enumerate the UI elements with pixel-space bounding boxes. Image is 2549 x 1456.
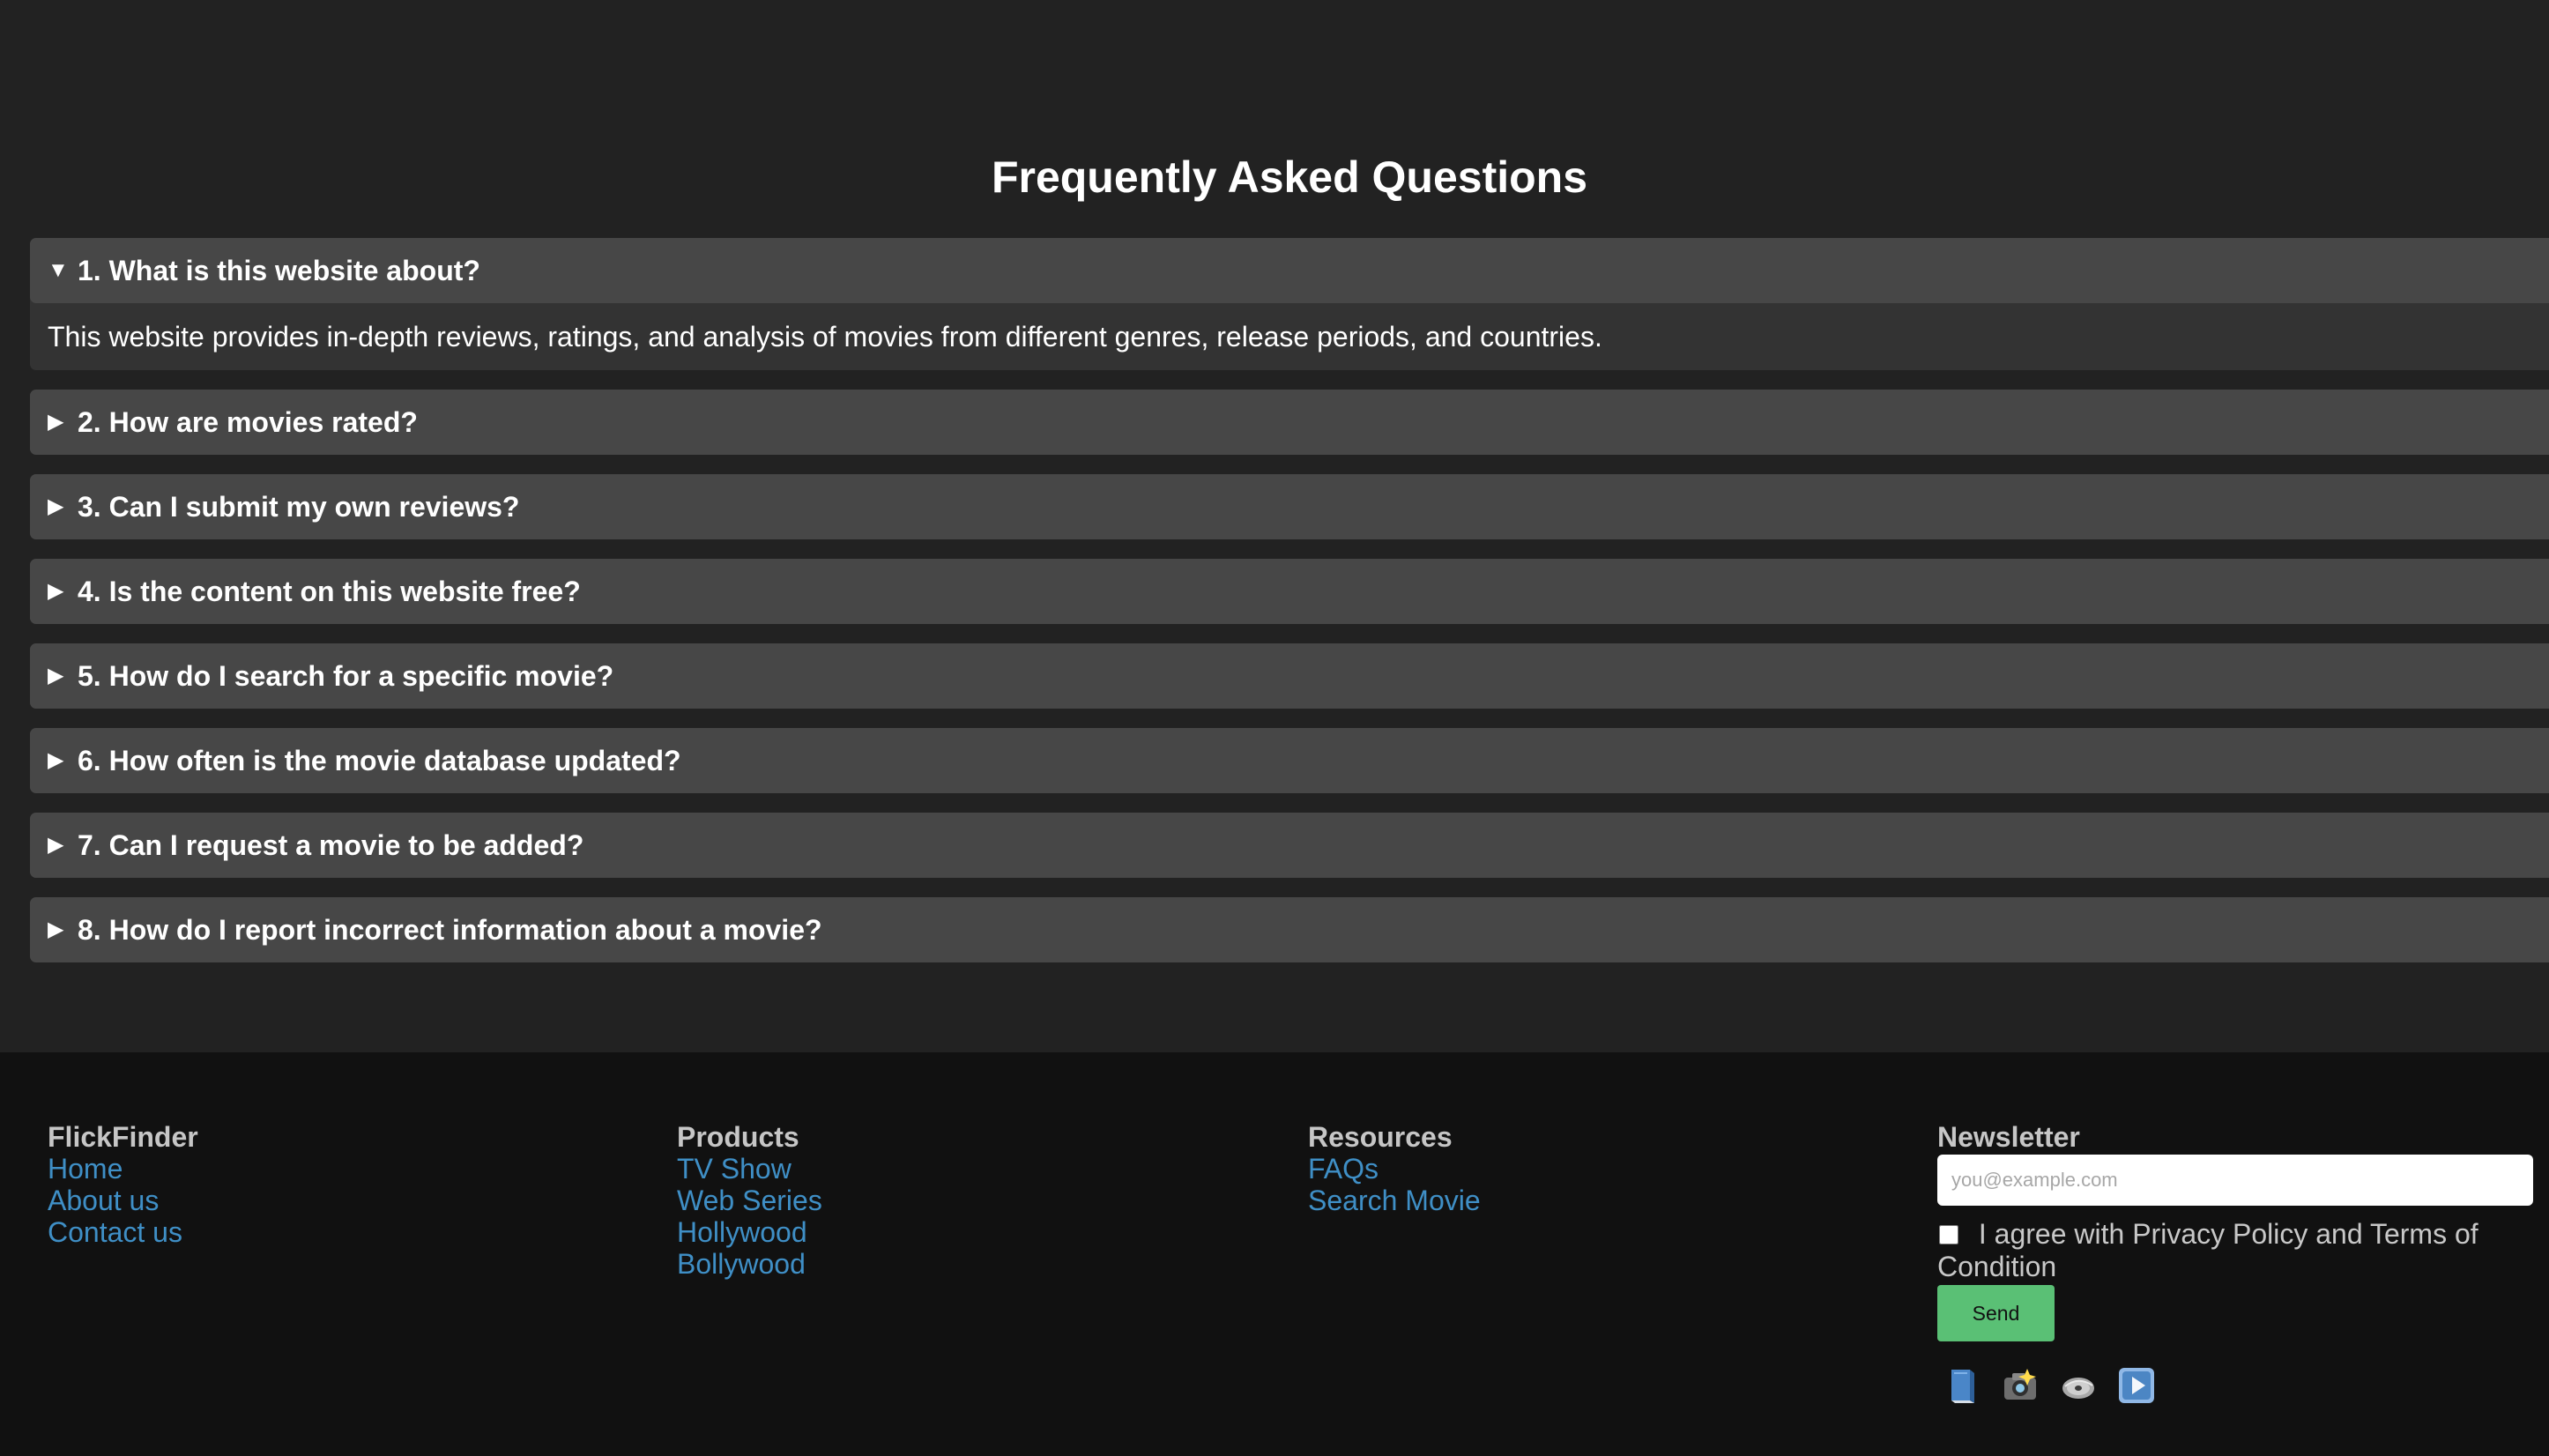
disc-icon xyxy=(2062,1378,2094,1399)
chevron-down-icon: ▼ xyxy=(48,258,69,282)
faq-question-text: 3. Can I submit my own reviews? xyxy=(78,490,520,523)
faq-question-5[interactable]: ▶ 5. How do I search for a specific movi… xyxy=(30,643,2549,709)
newsletter-email-input[interactable] xyxy=(1937,1155,2533,1206)
faq-question-text: 1. What is this website about? xyxy=(78,254,480,286)
chevron-right-icon: ▶ xyxy=(48,917,64,941)
faq-question-text: 5. How do I search for a specific movie? xyxy=(78,659,614,692)
faq-item-8: ▶ 8. How do I report incorrect informati… xyxy=(30,897,2549,962)
footer-resources-column: Resources FAQs Search Movie xyxy=(1308,1121,1481,1216)
footer-link-web-series[interactable]: Web Series xyxy=(677,1185,822,1216)
faq-question-1[interactable]: ▼ 1. What is this website about? xyxy=(30,238,2549,303)
footer-link-about-us[interactable]: About us xyxy=(48,1185,198,1216)
faq-item-4: ▶ 4. Is the content on this website free… xyxy=(30,559,2549,624)
chevron-right-icon: ▶ xyxy=(48,664,64,687)
footer-resources-heading: Resources xyxy=(1308,1121,1453,1153)
footer-link-search-movie[interactable]: Search Movie xyxy=(1308,1185,1481,1216)
social-link-disc[interactable] xyxy=(2059,1366,2098,1405)
social-link-book[interactable] xyxy=(1943,1366,1981,1405)
footer-link-hollywood[interactable]: Hollywood xyxy=(677,1216,822,1248)
privacy-agreement-checkbox[interactable] xyxy=(1939,1224,1958,1244)
footer-products-column: Products TV Show Web Series Hollywood Bo… xyxy=(677,1121,822,1280)
footer-link-contact-us[interactable]: Contact us xyxy=(48,1216,198,1248)
privacy-agreement-text: I agree with Privacy Policy and Terms of… xyxy=(1937,1218,2478,1282)
footer-brand-heading: FlickFinder xyxy=(48,1121,198,1153)
social-icons xyxy=(1943,1366,2156,1405)
faq-item-3: ▶ 3. Can I submit my own reviews? xyxy=(30,474,2549,539)
faq-question-text: 8. How do I report incorrect information… xyxy=(78,913,822,946)
faq-item-5: ▶ 5. How do I search for a specific movi… xyxy=(30,643,2549,709)
footer-products-heading: Products xyxy=(677,1121,799,1153)
social-link-play[interactable] xyxy=(2117,1366,2156,1405)
chevron-right-icon: ▶ xyxy=(48,833,64,857)
faq-question-2[interactable]: ▶ 2. How are movies rated? xyxy=(30,390,2549,455)
faq-answer-1: This website provides in-depth reviews, … xyxy=(48,321,1602,353)
newsletter-heading: Newsletter xyxy=(1937,1121,2080,1153)
page-title: Frequently Asked Questions xyxy=(991,152,1588,202)
faq-item-6: ▶ 6. How often is the movie database upd… xyxy=(30,728,2549,793)
camera-icon xyxy=(2004,1369,2036,1400)
faq-item-2: ▶ 2. How are movies rated? xyxy=(30,390,2549,455)
chevron-right-icon: ▶ xyxy=(48,410,64,434)
play-icon xyxy=(2119,1368,2154,1403)
faq-question-text: 7. Can I request a movie to be added? xyxy=(78,828,584,861)
send-button[interactable]: Send xyxy=(1937,1285,2055,1341)
footer-brand-column: FlickFinder Home About us Contact us xyxy=(48,1121,198,1248)
footer-link-home[interactable]: Home xyxy=(48,1153,198,1185)
privacy-agreement: I agree with Privacy Policy and Terms of… xyxy=(1937,1218,2519,1283)
faq-question-7[interactable]: ▶ 7. Can I request a movie to be added? xyxy=(30,813,2549,878)
footer-link-tv-show[interactable]: TV Show xyxy=(677,1153,822,1185)
faq-item-1: ▼ 1. What is this website about? This we… xyxy=(30,238,2549,370)
faq-question-text: 4. Is the content on this website free? xyxy=(78,575,581,607)
faq-section: Frequently Asked Questions ▼ 1. What is … xyxy=(0,0,2549,1052)
footer-link-bollywood[interactable]: Bollywood xyxy=(677,1248,822,1280)
chevron-right-icon: ▶ xyxy=(48,579,64,603)
faq-question-text: 2. How are movies rated? xyxy=(78,405,418,438)
faq-question-6[interactable]: ▶ 6. How often is the movie database upd… xyxy=(30,728,2549,793)
book-icon xyxy=(1951,1370,1974,1403)
footer-newsletter-column: Newsletter xyxy=(1937,1121,2080,1153)
faq-question-text: 6. How often is the movie database updat… xyxy=(78,744,681,776)
faq-item-7: ▶ 7. Can I request a movie to be added? xyxy=(30,813,2549,878)
chevron-right-icon: ▶ xyxy=(48,494,64,518)
faq-question-8[interactable]: ▶ 8. How do I report incorrect informati… xyxy=(30,897,2549,962)
chevron-right-icon: ▶ xyxy=(48,748,64,772)
faq-question-3[interactable]: ▶ 3. Can I submit my own reviews? xyxy=(30,474,2549,539)
faq-question-4[interactable]: ▶ 4. Is the content on this website free… xyxy=(30,559,2549,624)
footer-link-faqs[interactable]: FAQs xyxy=(1308,1153,1481,1185)
social-link-camera[interactable] xyxy=(2001,1366,2040,1405)
